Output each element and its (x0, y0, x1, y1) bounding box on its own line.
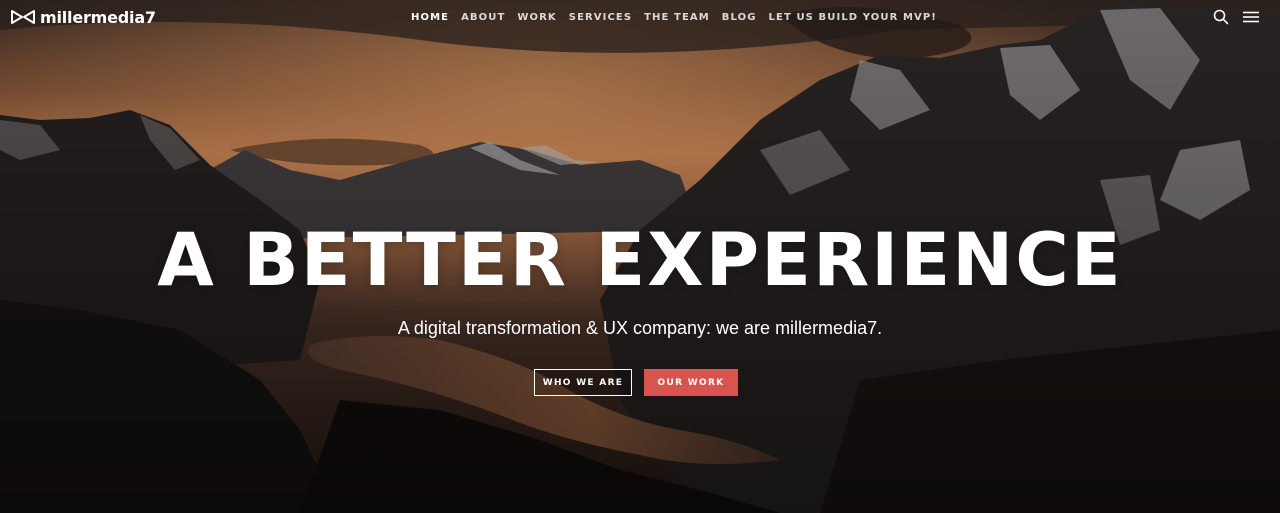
nav-item-about[interactable]: ABOUT (455, 12, 511, 23)
who-we-are-button[interactable]: WHO WE ARE (534, 369, 632, 396)
header-icons (1212, 8, 1260, 26)
hamburger-menu-icon[interactable] (1242, 8, 1260, 26)
search-icon[interactable] (1212, 8, 1230, 26)
hero-subtitle: A digital transformation & UX company: w… (397, 318, 883, 338)
hero-section: millermedia7 HOME ABOUT WORK SERVICES TH… (0, 0, 1280, 513)
nav-item-home[interactable]: HOME (405, 12, 455, 23)
logo-text: millermedia7 (40, 7, 156, 27)
nav-item-the-team[interactable]: THE TEAM (638, 12, 716, 23)
our-work-button[interactable]: OUR WORK (644, 369, 738, 396)
hero-headline: A BETTER EXPERIENCE (157, 218, 1123, 303)
nav-item-services[interactable]: SERVICES (563, 12, 638, 23)
nav-item-build-mvp[interactable]: LET US BUILD YOUR MVP! (763, 12, 943, 23)
logo-link[interactable]: millermedia7 (11, 6, 156, 28)
main-nav: HOME ABOUT WORK SERVICES THE TEAM BLOG L… (405, 9, 943, 25)
bowtie-logo-icon (11, 10, 35, 24)
nav-item-work[interactable]: WORK (511, 12, 562, 23)
site-header: millermedia7 HOME ABOUT WORK SERVICES TH… (0, 0, 1280, 34)
nav-item-blog[interactable]: BLOG (716, 12, 763, 23)
